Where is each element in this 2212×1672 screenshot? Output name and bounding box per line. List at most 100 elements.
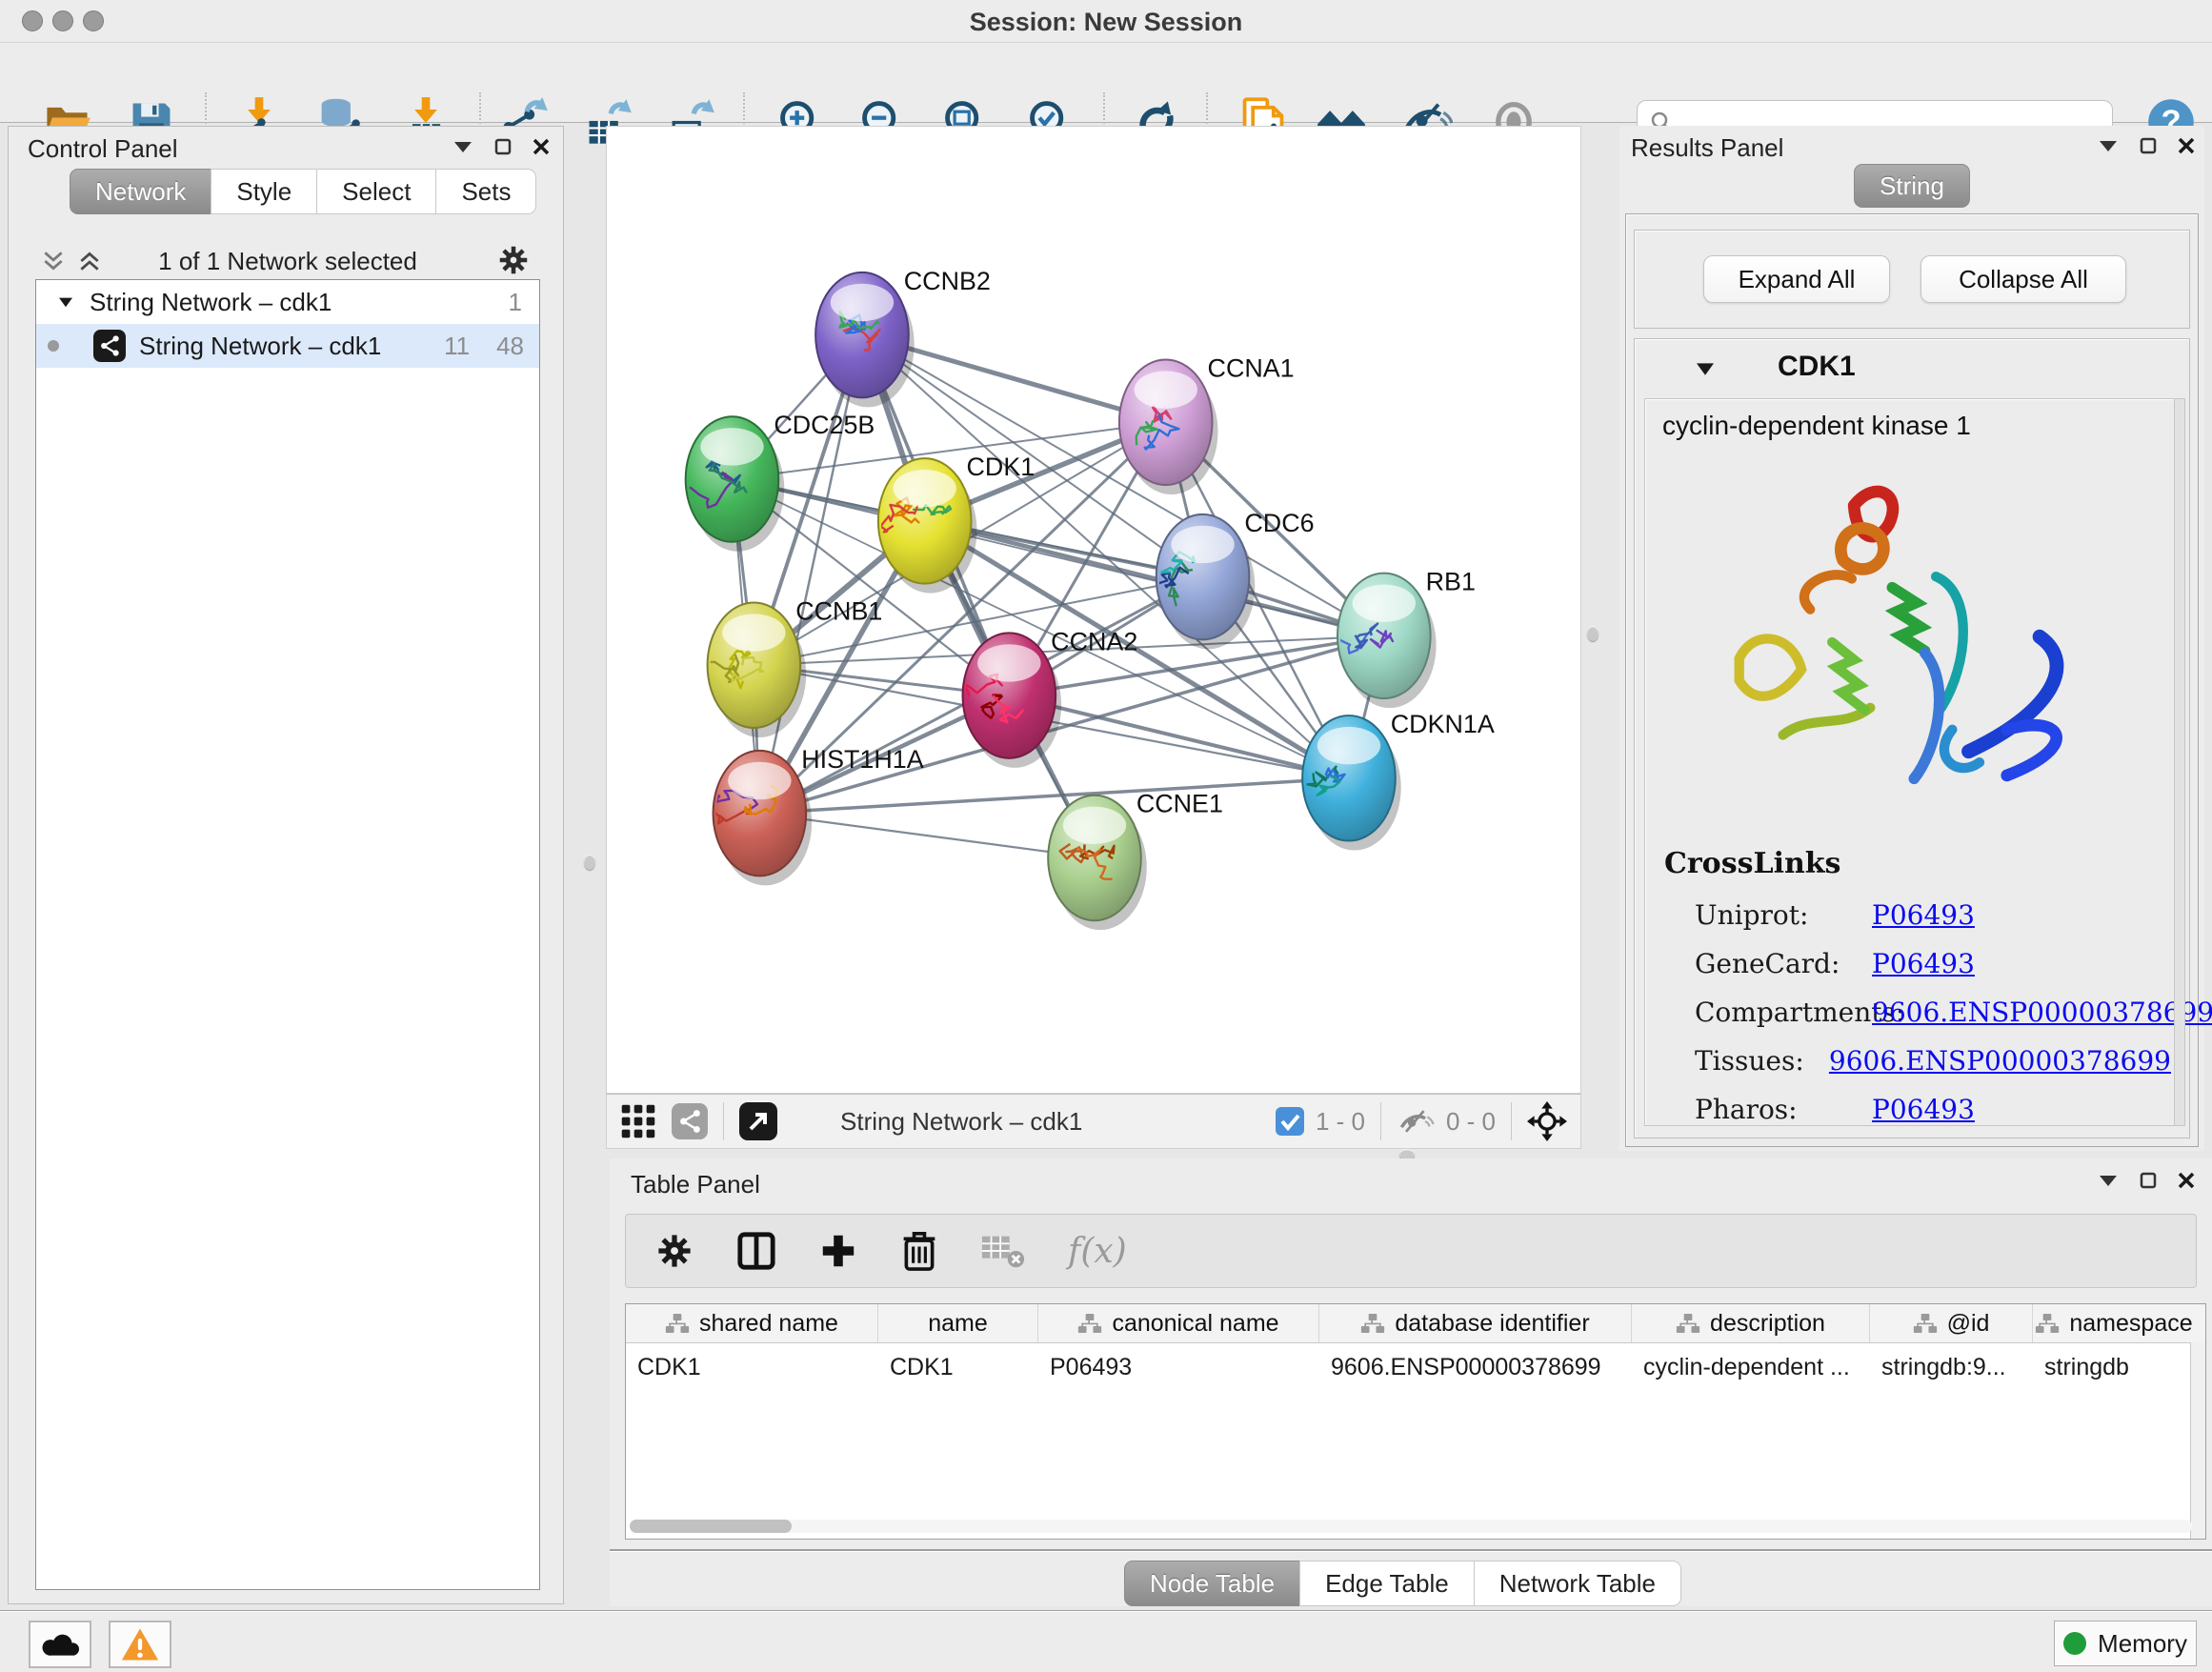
cell-id[interactable]: stringdb:9... bbox=[1870, 1343, 2033, 1391]
column-header[interactable]: description bbox=[1632, 1304, 1870, 1342]
crosslink-link[interactable]: P06493 bbox=[1872, 1094, 1975, 1125]
tab-sets[interactable]: Sets bbox=[435, 169, 536, 214]
selected-checkbox-icon[interactable] bbox=[1276, 1107, 1304, 1136]
cell-namespace[interactable]: stringdb bbox=[2033, 1343, 2195, 1391]
network-node[interactable]: CDC6 bbox=[1150, 509, 1315, 650]
network-graph[interactable]: CCNB2CCNA1CDC25BCDK1CDC6RB1CCNB1CCNA2CDK… bbox=[607, 127, 1580, 1093]
network-tree-root[interactable]: String Network – cdk1 1 bbox=[36, 280, 539, 324]
network-node-label: HIST1H1A bbox=[801, 745, 924, 774]
warning-icon bbox=[121, 1627, 159, 1662]
scrollbar-thumb[interactable] bbox=[630, 1520, 792, 1533]
tree-expand-icon[interactable] bbox=[57, 295, 74, 309]
tab-select[interactable]: Select bbox=[316, 169, 436, 214]
network-node[interactable]: CCNA2 bbox=[961, 627, 1137, 768]
crosslink-row: GeneCard: P06493 bbox=[1695, 939, 2171, 988]
status-bar: Memory bbox=[0, 1610, 2212, 1672]
panel-close-icon[interactable] bbox=[2178, 1172, 2195, 1189]
control-panel-title: Control Panel bbox=[28, 134, 178, 164]
tab-string[interactable]: String bbox=[1854, 164, 1970, 208]
left-splitter-handle[interactable] bbox=[584, 855, 595, 870]
add-column-icon[interactable] bbox=[818, 1231, 858, 1271]
column-type-icon bbox=[1913, 1311, 1938, 1336]
cell-canonical-name[interactable]: P06493 bbox=[1038, 1343, 1319, 1391]
network-node[interactable]: HIST1H1A bbox=[699, 745, 924, 886]
window-title: Session: New Session bbox=[0, 8, 2212, 37]
section-collapse-icon[interactable] bbox=[1694, 360, 1717, 377]
right-splitter-handle[interactable] bbox=[1587, 626, 1599, 641]
grid-view-icon[interactable] bbox=[620, 1103, 656, 1139]
panel-close-icon[interactable] bbox=[2178, 137, 2195, 154]
panel-close-icon[interactable] bbox=[533, 138, 550, 155]
panel-menu-icon[interactable] bbox=[2098, 139, 2119, 152]
crosslink-link[interactable]: P06493 bbox=[1872, 899, 1975, 931]
table-settings-gear-icon[interactable] bbox=[654, 1231, 694, 1271]
network-node[interactable]: CCNE1 bbox=[1048, 790, 1223, 931]
memory-button[interactable]: Memory bbox=[2054, 1621, 2197, 1666]
node-table[interactable]: shared name name canonical name database… bbox=[625, 1303, 2206, 1540]
column-header[interactable]: @id bbox=[1870, 1304, 2033, 1342]
column-header[interactable]: database identifier bbox=[1319, 1304, 1632, 1342]
memory-label: Memory bbox=[2098, 1629, 2187, 1659]
panel-float-icon[interactable] bbox=[2140, 137, 2157, 154]
crosslink-link[interactable]: 9606.ENSP00000378699 bbox=[1829, 1045, 2171, 1077]
panel-menu-icon[interactable] bbox=[2098, 1174, 2119, 1187]
window-titlebar: Session: New Session bbox=[0, 0, 2212, 43]
cell-database-identifier[interactable]: 9606.ENSP00000378699 bbox=[1319, 1343, 1632, 1391]
network-node[interactable]: CCNA1 bbox=[1119, 353, 1295, 494]
tab-node-table[interactable]: Node Table bbox=[1124, 1561, 1300, 1606]
crosslink-label: GeneCard: bbox=[1695, 948, 1872, 979]
network-view-share-icon[interactable] bbox=[672, 1103, 708, 1139]
network-node-label: CCNB1 bbox=[795, 596, 882, 625]
network-tree-item[interactable]: String Network – cdk1 11 48 bbox=[36, 324, 539, 368]
column-header[interactable]: shared name bbox=[626, 1304, 878, 1342]
network-canvas[interactable]: CCNB2CCNA1CDC25BCDK1CDC6RB1CCNB1CCNA2CDK… bbox=[606, 126, 1581, 1094]
network-name-label: String Network – cdk1 bbox=[840, 1107, 1082, 1137]
pan-crosshair-icon[interactable] bbox=[1527, 1101, 1567, 1141]
column-header[interactable]: canonical name bbox=[1038, 1304, 1319, 1342]
crosslink-row: Compartments: 9606.ENSP00000378699 bbox=[1695, 988, 2171, 1037]
hidden-count-label: 0 - 0 bbox=[1446, 1107, 1496, 1137]
table-vertical-scrollbar[interactable] bbox=[2190, 1342, 2205, 1540]
column-header[interactable]: name bbox=[878, 1304, 1038, 1342]
cell-description[interactable]: cyclin-dependent ... bbox=[1632, 1343, 1870, 1391]
gear-icon[interactable] bbox=[496, 243, 531, 277]
selection-summary: 1 of 1 Network selected bbox=[35, 247, 540, 276]
network-node[interactable]: CDKN1A bbox=[1302, 710, 1495, 851]
tab-style[interactable]: Style bbox=[211, 169, 317, 214]
column-type-icon bbox=[1360, 1311, 1385, 1336]
cell-shared-name[interactable]: CDK1 bbox=[626, 1343, 878, 1391]
crosslink-row: Pharos: P06493 bbox=[1695, 1085, 2171, 1134]
network-node[interactable]: CCNB2 bbox=[815, 267, 991, 408]
columns-icon[interactable] bbox=[736, 1231, 776, 1271]
network-edge[interactable] bbox=[759, 335, 862, 814]
network-node[interactable]: CDC25B bbox=[686, 411, 875, 552]
collapse-all-button[interactable]: Collapse All bbox=[1920, 255, 2126, 303]
selected-count-label: 1 - 0 bbox=[1316, 1107, 1365, 1137]
cloud-status-button[interactable] bbox=[29, 1621, 91, 1668]
crosslink-link[interactable]: 9606.ENSP00000378699 bbox=[1872, 997, 2212, 1028]
open-in-new-icon[interactable] bbox=[739, 1102, 777, 1140]
tab-network[interactable]: Network bbox=[70, 169, 211, 214]
tab-network-table[interactable]: Network Table bbox=[1474, 1561, 1681, 1606]
network-status-dot bbox=[48, 340, 59, 352]
cell-name[interactable]: CDK1 bbox=[878, 1343, 1038, 1391]
panel-float-icon[interactable] bbox=[494, 138, 512, 155]
table-header-row: shared name name canonical name database… bbox=[626, 1304, 2205, 1343]
expand-all-button[interactable]: Expand All bbox=[1703, 255, 1890, 303]
crosslink-link[interactable]: P06493 bbox=[1872, 948, 1975, 979]
network-collection-label: String Network – cdk1 bbox=[90, 288, 332, 317]
table-horizontal-scrollbar[interactable] bbox=[630, 1520, 2192, 1533]
crosslink-row: Tissues: 9606.ENSP00000378699 bbox=[1695, 1037, 2171, 1085]
results-scrollbar[interactable] bbox=[2174, 398, 2185, 1126]
network-node[interactable]: CCNB1 bbox=[705, 596, 882, 737]
table-panel-title: Table Panel bbox=[631, 1170, 760, 1199]
table-row[interactable]: CDK1 CDK1 P06493 9606.ENSP00000378699 cy… bbox=[626, 1343, 2205, 1391]
delete-trash-icon[interactable] bbox=[900, 1230, 938, 1272]
tab-edge-table[interactable]: Edge Table bbox=[1299, 1561, 1475, 1606]
panel-menu-icon[interactable] bbox=[452, 140, 473, 153]
warnings-button[interactable] bbox=[109, 1621, 171, 1668]
column-header[interactable]: namespace bbox=[2033, 1304, 2195, 1342]
network-node-label: CDC6 bbox=[1244, 509, 1314, 537]
string-network-icon bbox=[93, 330, 126, 362]
panel-float-icon[interactable] bbox=[2140, 1172, 2157, 1189]
